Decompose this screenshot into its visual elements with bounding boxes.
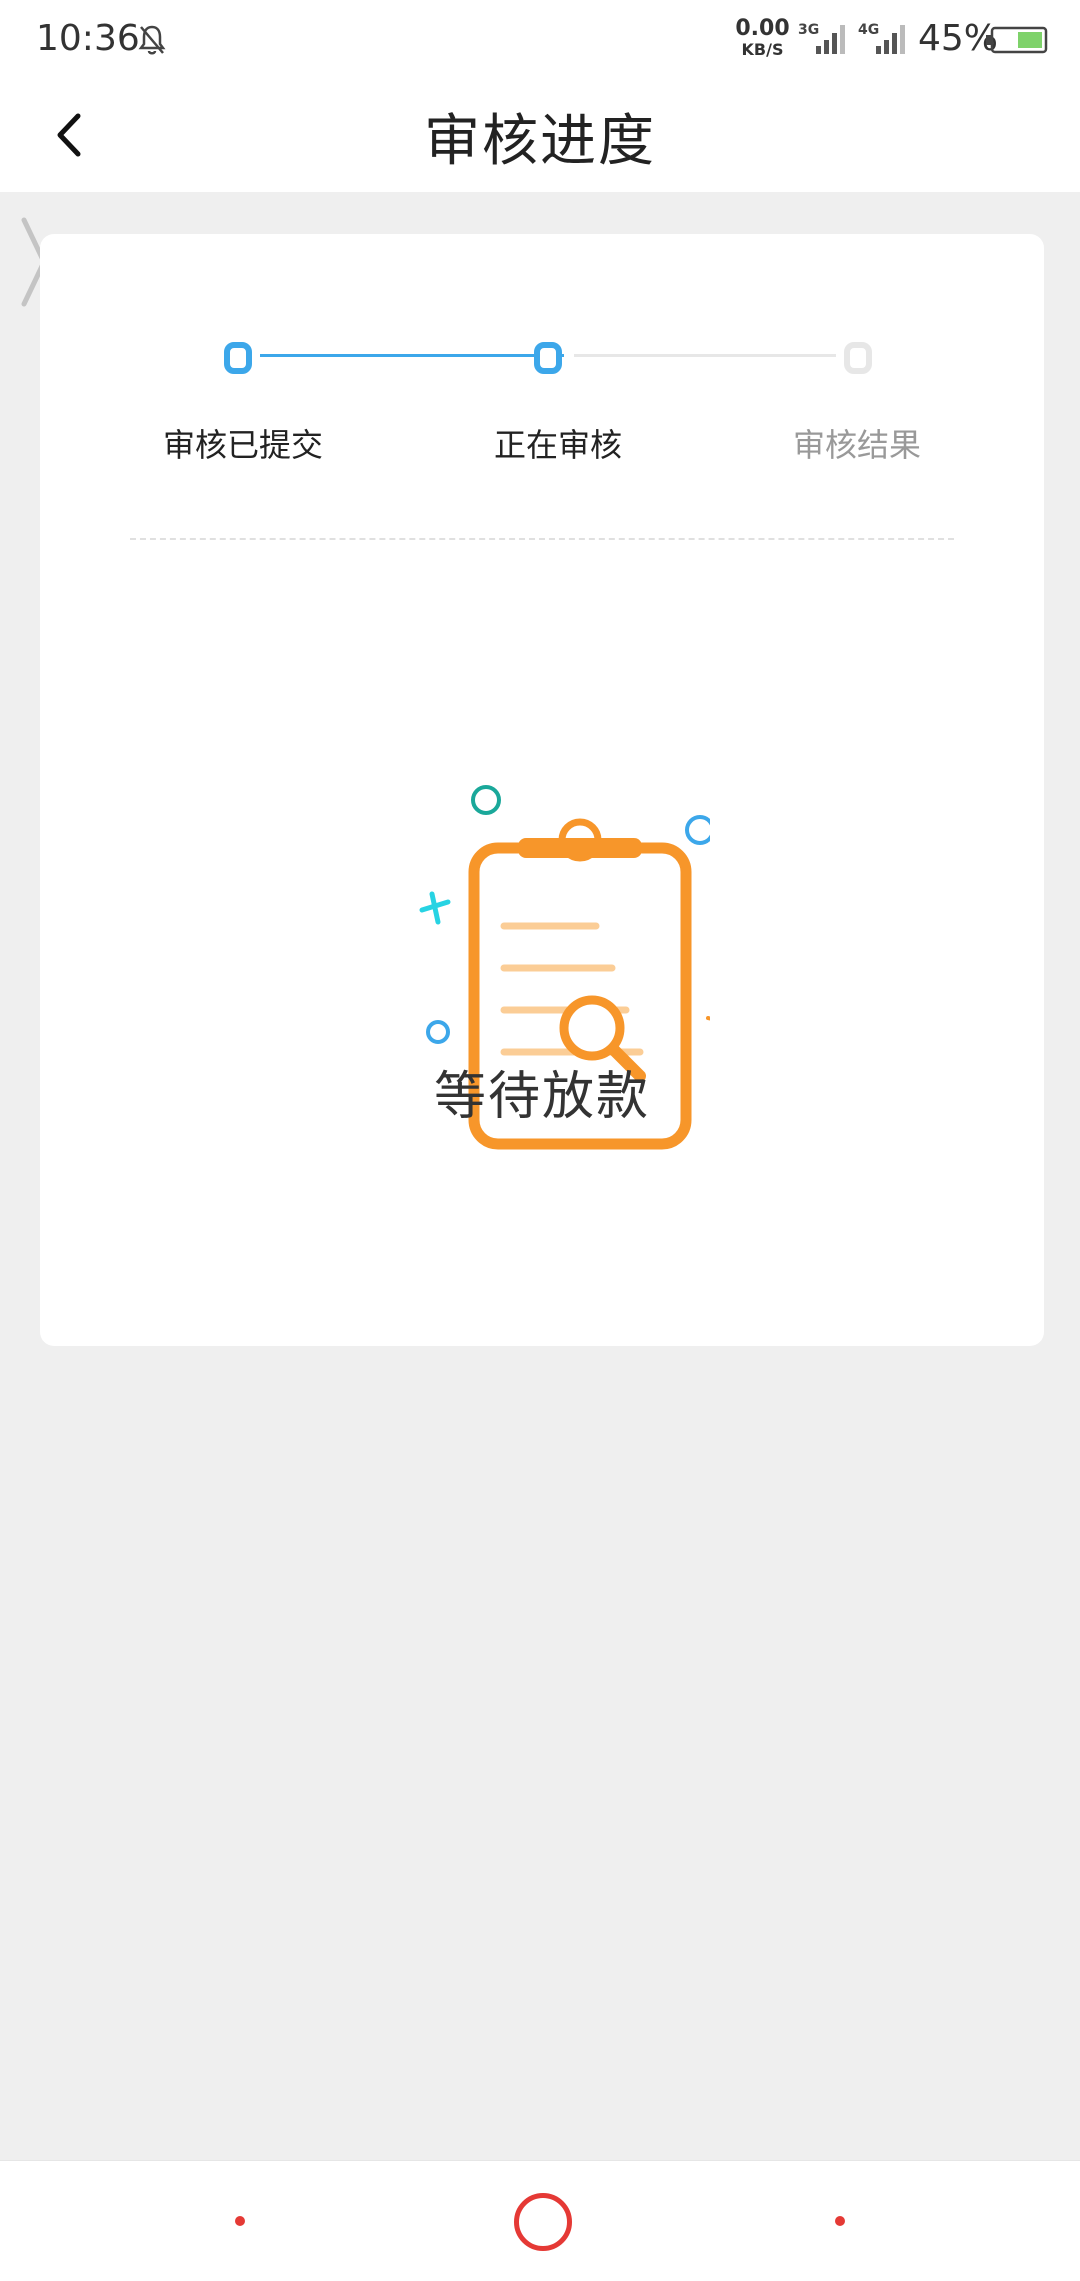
nav-bar: 审核进度 xyxy=(0,80,1080,192)
sim1-type: 3G xyxy=(798,22,819,38)
progress-card: 审核已提交 正在审核 审核结果 等待放款 xyxy=(40,234,1044,1346)
step-1-label: 审核已提交 xyxy=(162,426,323,464)
step-3-indicator xyxy=(844,342,872,374)
clipboard-search-icon xyxy=(419,785,710,1150)
recents-button[interactable] xyxy=(235,2216,245,2226)
net-speed-value: 0.00 xyxy=(735,16,790,41)
status-text: 等待放款 xyxy=(433,1067,650,1127)
progress-steps: 审核已提交 正在审核 审核结果 xyxy=(40,234,1044,514)
step-2-indicator xyxy=(534,342,562,374)
battery-icon xyxy=(986,26,1048,54)
step-1-indicator xyxy=(224,342,252,374)
net-speed-unit: KB/S xyxy=(741,40,784,59)
step-connector-2 xyxy=(574,354,836,357)
step-connector-1 xyxy=(260,354,564,357)
system-nav-bar xyxy=(0,2160,1080,2281)
net-speed: 0.00 KB/S xyxy=(735,18,790,58)
page-title: 审核进度 xyxy=(424,109,656,174)
step-3-label: 审核结果 xyxy=(792,426,921,464)
back-button[interactable] xyxy=(835,2216,845,2226)
status-bar: 10:36 0.00 KB/S 3G 4G 45% xyxy=(0,0,1080,80)
signal-3g-icon: 3G xyxy=(798,22,845,54)
divider xyxy=(130,538,954,540)
bell-muted-icon xyxy=(138,25,166,55)
status-time: 10:36 xyxy=(36,18,140,59)
sim2-type: 4G xyxy=(858,22,879,38)
signal-4g-icon: 4G xyxy=(858,22,905,54)
home-button[interactable] xyxy=(514,2193,572,2251)
step-2-label: 正在审核 xyxy=(493,426,622,464)
